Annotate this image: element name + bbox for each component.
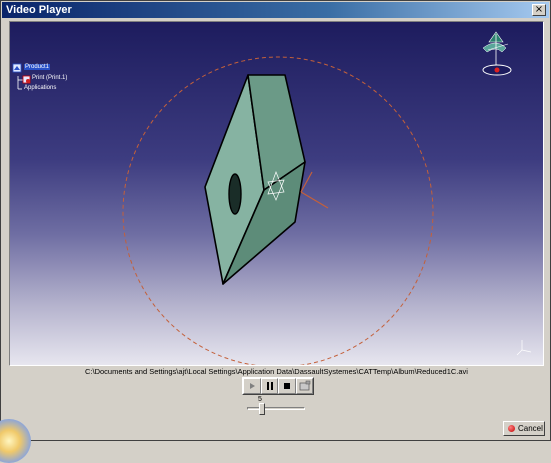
- 3d-part-block: [204, 74, 329, 285]
- video-player-window: Video Player × Product1 Print (Print.1) …: [0, 0, 551, 463]
- file-path-label: C:\Documents and Settings\ajt\Local Sett…: [85, 367, 468, 376]
- compass-icon: [482, 31, 512, 76]
- axis-triad-icon: [516, 340, 532, 356]
- play-button[interactable]: [243, 378, 261, 394]
- sun-logo-icon: [0, 419, 31, 463]
- transport-controls: [242, 377, 314, 395]
- pause-icon: [266, 382, 273, 390]
- cancel-label: Cancel: [518, 424, 543, 433]
- play-icon: [250, 383, 255, 389]
- print-icon: [22, 75, 31, 84]
- title-bar[interactable]: Video Player ×: [2, 2, 549, 18]
- cancel-icon: [508, 425, 515, 432]
- frame-slider-thumb[interactable]: [259, 403, 265, 415]
- pause-button[interactable]: [260, 378, 278, 394]
- close-icon: ×: [534, 4, 544, 15]
- tree-item-product[interactable]: Product1: [24, 64, 51, 70]
- frame-slider-track[interactable]: [247, 407, 305, 410]
- slider-value: 5: [258, 396, 262, 403]
- window-title: Video Player: [6, 4, 72, 16]
- capture-button[interactable]: [295, 378, 313, 394]
- video-viewport: Product1 Print (Print.1) Applications: [9, 21, 544, 366]
- cancel-button[interactable]: Cancel: [503, 421, 545, 436]
- stop-button[interactable]: [278, 378, 296, 394]
- tree-item-print[interactable]: Print (Print.1): [32, 75, 67, 81]
- capture-icon: [299, 380, 310, 391]
- stop-icon: [284, 383, 290, 389]
- tree-item-applications[interactable]: Applications: [24, 85, 56, 91]
- product-icon: [12, 63, 22, 73]
- close-button[interactable]: ×: [532, 4, 546, 16]
- scene-canvas: [12, 31, 532, 365]
